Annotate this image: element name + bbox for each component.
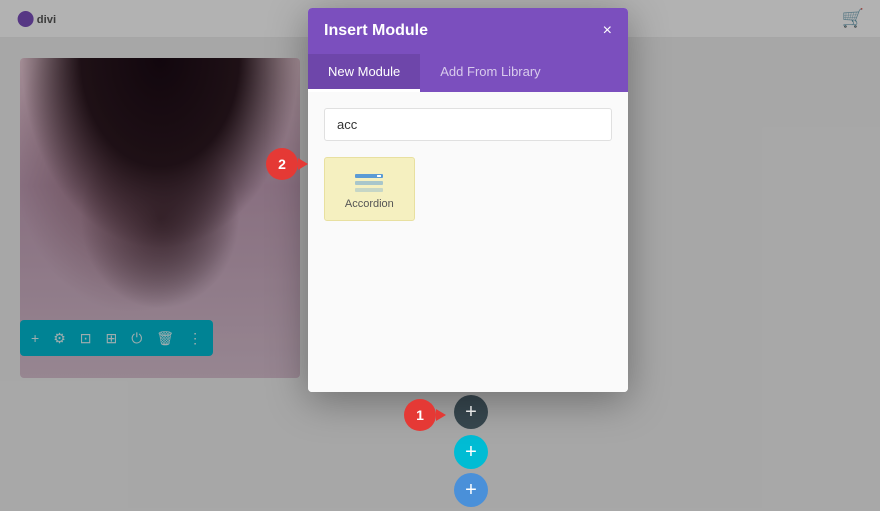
- step-badge-1: 1: [404, 399, 436, 431]
- step-badge-2: 2: [266, 148, 298, 180]
- module-accordion-label: Accordion: [345, 198, 394, 210]
- accordion-icon: −: [355, 174, 383, 192]
- module-accordion[interactable]: − Accordion: [324, 157, 415, 221]
- modal-body: − Accordion: [308, 92, 628, 392]
- add-module-button-blue[interactable]: +: [454, 473, 488, 507]
- insert-module-modal: Insert Module × New Module Add From Libr…: [308, 8, 628, 392]
- add-module-button-teal[interactable]: +: [454, 435, 488, 469]
- tab-add-from-library[interactable]: Add From Library: [420, 54, 560, 92]
- modal-title: Insert Module: [324, 22, 428, 40]
- module-search-input[interactable]: [324, 108, 612, 141]
- tab-new-module[interactable]: New Module: [308, 54, 420, 92]
- add-module-button-dark[interactable]: +: [454, 395, 488, 429]
- modal-tabs: New Module Add From Library: [308, 54, 628, 92]
- svg-text:−: −: [378, 174, 380, 178]
- badge-2-arrow: [298, 158, 308, 170]
- modal-close-button[interactable]: ×: [603, 23, 612, 39]
- badge-1-arrow: [436, 409, 446, 421]
- modal-header: Insert Module ×: [308, 8, 628, 54]
- modules-grid: − Accordion: [324, 157, 612, 221]
